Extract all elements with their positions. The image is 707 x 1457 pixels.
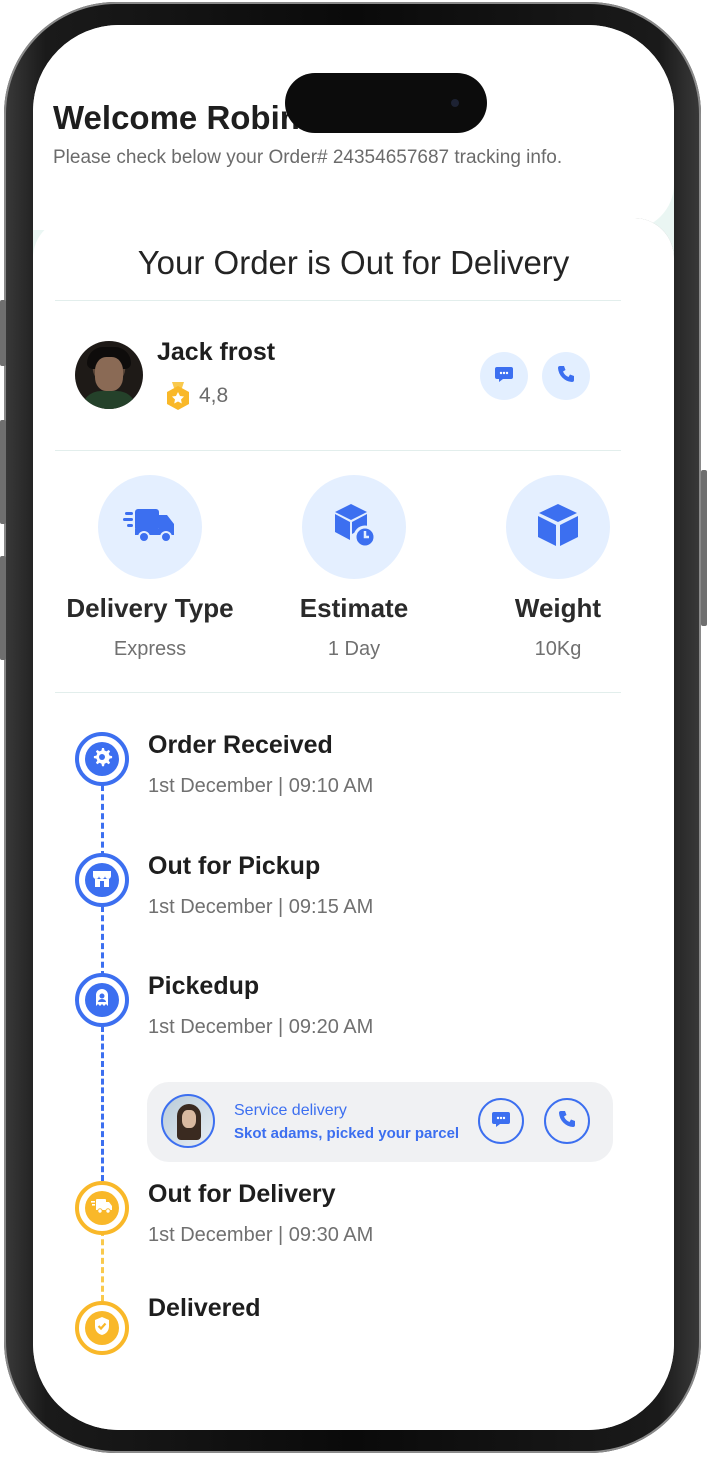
side-button-volume-down: [0, 556, 6, 660]
tracking-card: Your Order is Out for Delivery Jack fros…: [33, 218, 674, 1430]
delivery-type-value: Express: [113, 638, 187, 660]
timeline-title: Order Received: [148, 731, 333, 759]
dynamic-island: [285, 73, 487, 133]
store-icon: [91, 867, 113, 893]
delivery-type-icon-circle: [98, 475, 202, 579]
side-button-power: [701, 470, 707, 626]
chat-button[interactable]: [480, 352, 528, 400]
timeline-node-out-for-delivery: [75, 1181, 129, 1235]
timeline-title: Out for Delivery: [148, 1180, 336, 1208]
divider: [55, 300, 621, 301]
welcome-title: Welcome Robin!: [53, 99, 311, 136]
estimate-value: 1 Day: [327, 638, 381, 660]
chat-bubble-icon: [491, 1109, 511, 1133]
driver-avatar[interactable]: [75, 341, 143, 409]
service-text: Skot adams, picked your parcel: [234, 1125, 460, 1142]
weight-label: Weight: [514, 593, 602, 623]
courier-chat-button[interactable]: [478, 1098, 524, 1144]
timeline-connector: [101, 1026, 104, 1181]
side-button-volume-up: [0, 420, 6, 524]
delivery-truck-icon: [123, 503, 177, 551]
weight-icon-circle: [506, 475, 610, 579]
timeline-time: 1st December | 09:20 AM: [148, 1016, 374, 1038]
divider: [55, 692, 621, 693]
timeline-title: Pickedup: [148, 972, 260, 1000]
timeline-connector: [101, 785, 104, 857]
driver-name: Jack frost: [157, 338, 276, 366]
phone-icon: [556, 364, 576, 388]
timeline-node-delivered: [75, 1301, 129, 1355]
timeline-time: 1st December | 09:10 AM: [148, 775, 374, 797]
estimate-label: Estimate: [299, 593, 409, 623]
timeline-node-order-received: [75, 732, 129, 786]
timeline-title: Delivered: [148, 1294, 261, 1322]
timeline-time: 1st December | 09:30 AM: [148, 1224, 374, 1246]
service-delivery-card[interactable]: Service delivery Skot adams, picked your…: [147, 1082, 613, 1162]
box-clock-icon: [329, 500, 379, 554]
timeline-node-pickedup: [75, 973, 129, 1027]
chat-bubble-icon: [494, 364, 514, 388]
courier-call-button[interactable]: [544, 1098, 590, 1144]
truck-icon: [91, 1197, 113, 1219]
gear-icon: [91, 746, 113, 772]
call-button[interactable]: [542, 352, 590, 400]
weight-value: 10Kg: [534, 638, 582, 660]
timeline-node-out-for-pickup: [75, 853, 129, 907]
timeline-connector: [101, 906, 104, 977]
divider: [55, 450, 621, 451]
timeline-title: Out for Pickup: [148, 852, 321, 880]
service-label: Service delivery: [234, 1102, 347, 1119]
phone-icon: [557, 1109, 577, 1133]
package-icon: [91, 987, 113, 1013]
order-status-title: Your Order is Out for Delivery: [137, 244, 570, 281]
order-subtitle: Please check below your Order# 243546576…: [53, 147, 563, 168]
screen: Welcome Robin! Please check below your O…: [33, 25, 674, 1430]
rating-badge-icon: [164, 380, 192, 410]
box-icon: [534, 501, 582, 553]
delivery-type-label: Delivery Type: [66, 593, 234, 623]
estimate-icon-circle: [302, 475, 406, 579]
timeline-connector: [101, 1230, 104, 1301]
check-shield-icon: [91, 1315, 113, 1341]
side-button-mute: [0, 300, 6, 366]
driver-rating: 4,8: [199, 384, 229, 407]
courier-avatar[interactable]: [161, 1094, 215, 1148]
timeline-time: 1st December | 09:15 AM: [148, 896, 374, 918]
